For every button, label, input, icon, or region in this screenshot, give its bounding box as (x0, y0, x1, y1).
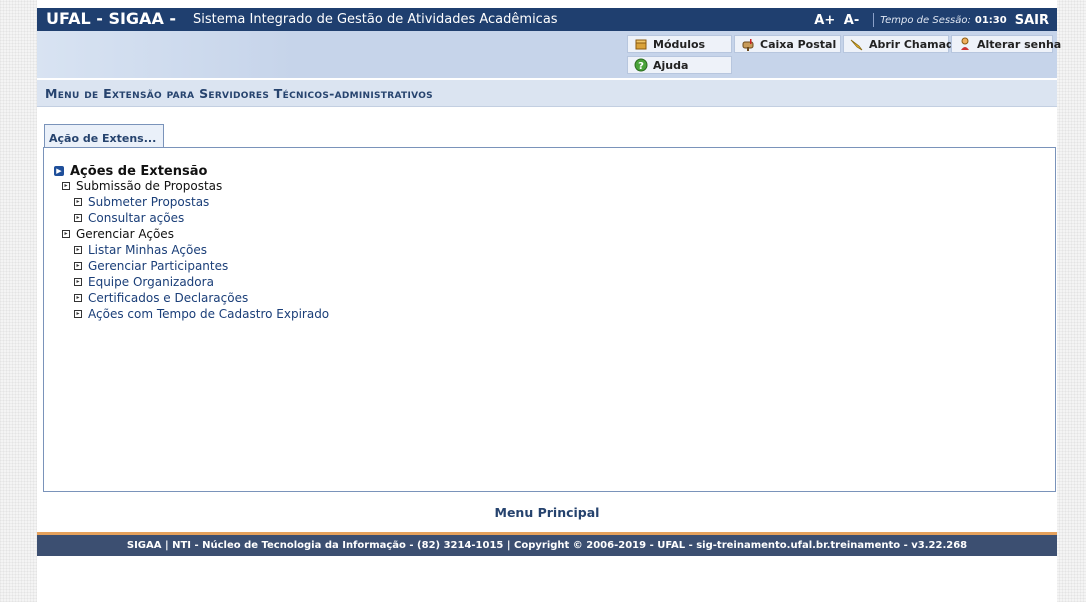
menu-item-gerenciar-participantes[interactable]: ▸ Gerenciar Participantes (74, 258, 228, 274)
caixa-postal-button[interactable]: Caixa Postal (734, 35, 841, 53)
arrow-icon: ▸ (74, 262, 82, 270)
font-size-controls: A+ A- (810, 13, 859, 28)
menu-group-gerenciar[interactable]: ▸ Gerenciar Ações (62, 226, 174, 242)
arrow-icon: ▸ (74, 294, 82, 302)
alterar-senha-button[interactable]: Alterar senha (951, 35, 1061, 53)
abrir-chamado-button[interactable]: Abrir Chamado (843, 35, 961, 53)
menu-item-listar-minhas-acoes[interactable]: ▸ Listar Minhas Ações (74, 242, 207, 258)
sigaa-container: UFAL - SIGAA - Sistema Integrado de Gest… (37, 0, 1061, 602)
menu-item-label: Equipe Organizadora (88, 275, 214, 289)
top-bar: UFAL - SIGAA - Sistema Integrado de Gest… (37, 8, 1057, 31)
alterar-senha-label: Alterar senha (977, 37, 1062, 51)
menu-item-submeter-propostas[interactable]: ▸ Submeter Propostas (74, 194, 209, 210)
box-icon (634, 37, 648, 51)
ajuda-label: Ajuda (653, 58, 689, 72)
arrow-icon: ▸ (74, 246, 82, 254)
menu-item-label: Ações com Tempo de Cadastro Expirado (88, 307, 330, 321)
expand-icon: ▶ (54, 166, 64, 176)
footer: SIGAA | NTI - Núcleo de Tecnologia da In… (37, 535, 1057, 556)
abrir-chamado-label: Abrir Chamado (869, 37, 962, 51)
system-name: Sistema Integrado de Gestão de Atividade… (193, 12, 558, 27)
header-logo-area (37, 31, 297, 78)
menu-item-consultar-acoes[interactable]: ▸ Consultar ações (74, 210, 184, 226)
arrow-icon: ▸ (74, 278, 82, 286)
help-icon: ? (634, 58, 648, 72)
header-band: Módulos Caixa Postal Abrir Chamado Alter… (37, 31, 1061, 78)
arrow-icon: ▸ (62, 230, 70, 238)
menu-root-label: Ações de Extensão (70, 163, 208, 179)
page-title-bar: Menu de Extensão para Servidores Técnico… (37, 80, 1057, 107)
logout-button[interactable]: SAIR (1015, 13, 1049, 28)
footer-text: SIGAA | NTI - Núcleo de Tecnologia da In… (126, 540, 968, 551)
ajuda-button[interactable]: ? Ajuda (627, 56, 732, 74)
menu-group-submissao[interactable]: ▸ Submissão de Propostas (62, 178, 222, 194)
divider (873, 13, 875, 27)
modulos-label: Módulos (653, 37, 706, 51)
arrow-icon: ▸ (74, 198, 82, 206)
font-increase-button[interactable]: A+ (814, 13, 835, 28)
session-time: 01:30 (974, 14, 1007, 26)
session-label: Tempo de Sessão: (880, 14, 971, 26)
menu-root: ▶ Ações de Extensão (54, 163, 207, 179)
tab-acao-de-extensao[interactable]: Ação de Extens... (44, 124, 164, 147)
modulos-button[interactable]: Módulos (627, 35, 732, 53)
brand-title[interactable]: UFAL - SIGAA - (46, 9, 176, 28)
caixa-postal-label: Caixa Postal (760, 37, 837, 51)
page-title: Menu de Extensão para Servidores Técnico… (45, 86, 433, 101)
menu-item-label: Certificados e Declarações (88, 291, 249, 305)
font-decrease-button[interactable]: A- (844, 13, 859, 28)
top-bar-controls: A+ A- Tempo de Sessão: 01:30 SAIR (810, 10, 1049, 30)
menu-item-label: Gerenciar Participantes (88, 259, 229, 273)
menu-item-equipe-organizadora[interactable]: ▸ Equipe Organizadora (74, 274, 214, 290)
svg-text:?: ? (638, 61, 644, 72)
mailbox-icon (741, 37, 755, 51)
menu-item-certificados-declaracoes[interactable]: ▸ Certificados e Declarações (74, 290, 248, 306)
arrow-icon: ▸ (74, 310, 82, 318)
menu-principal-link[interactable]: Menu Principal (37, 505, 1057, 520)
menu-group-gerenciar-label: Gerenciar Ações (76, 227, 174, 241)
arrow-icon: ▸ (62, 182, 70, 190)
horn-icon (850, 37, 864, 51)
menu-group-submissao-label: Submissão de Propostas (76, 179, 223, 193)
arrow-icon: ▸ (74, 214, 82, 222)
menu-item-label: Consultar ações (88, 211, 185, 225)
menu-item-label: Submeter Propostas (88, 195, 210, 209)
tab-panel: ▶ Ações de Extensão ▸ Submissão de Propo… (43, 147, 1056, 492)
menu-item-label: Listar Minhas Ações (88, 243, 207, 257)
user-key-icon (958, 37, 972, 51)
menu-item-acoes-cadastro-expirado[interactable]: ▸ Ações com Tempo de Cadastro Expirado (74, 306, 329, 322)
